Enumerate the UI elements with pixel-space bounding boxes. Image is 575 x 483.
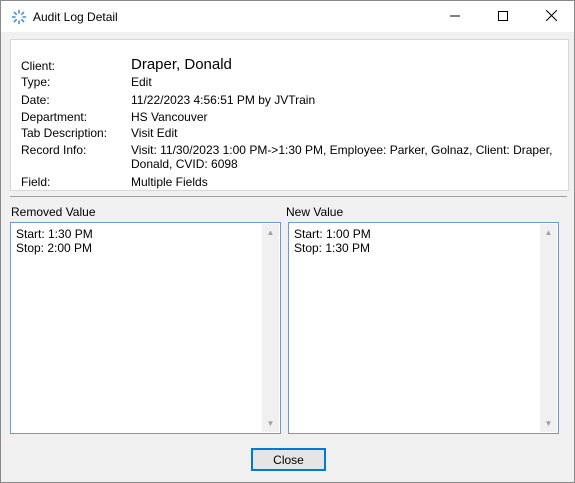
scroll-up-icon[interactable]: ▲ xyxy=(540,224,557,241)
close-button[interactable]: Close xyxy=(251,448,326,471)
new-value-label: New Value xyxy=(286,205,344,219)
record-info-label: Record Info: xyxy=(21,143,87,157)
client-label: Client: xyxy=(21,59,56,73)
scroll-down-icon[interactable]: ▼ xyxy=(262,415,279,432)
new-value-textbox[interactable]: Start: 1:00 PM Stop: 1:30 PM ▲ ▼ xyxy=(288,222,559,434)
tab-description-label: Tab Description: xyxy=(21,126,108,140)
removed-value-textbox[interactable]: Start: 1:30 PM Stop: 2:00 PM ▲ ▼ xyxy=(10,222,281,434)
record-info-line-2: Donald, CVID: 6098 xyxy=(131,157,238,171)
department-value: HS Vancouver xyxy=(131,110,208,124)
new-value-text: Start: 1:00 PM Stop: 1:30 PM xyxy=(294,227,371,255)
close-window-button[interactable] xyxy=(528,1,574,32)
maximize-icon xyxy=(498,10,508,24)
audit-log-detail-window: Audit Log Detail Client: Draper, Donald … xyxy=(0,0,575,483)
type-value: Edit xyxy=(131,75,152,89)
window-title: Audit Log Detail xyxy=(33,10,118,24)
divider xyxy=(10,196,567,197)
removed-value-scrollbar[interactable]: ▲ ▼ xyxy=(262,224,279,432)
scroll-down-icon[interactable]: ▼ xyxy=(540,415,557,432)
spinner-icon xyxy=(11,9,27,25)
scroll-up-icon[interactable]: ▲ xyxy=(262,224,279,241)
date-value: 11/22/2023 4:56:51 PM by JVTrain xyxy=(131,93,316,107)
type-label: Type: xyxy=(21,75,51,89)
field-value: Multiple Fields xyxy=(131,175,208,189)
removed-value-label: Removed Value xyxy=(11,205,96,219)
field-label: Field: xyxy=(21,175,51,189)
details-panel: Client: Draper, Donald Type: Edit Date: … xyxy=(10,39,569,191)
removed-value-text: Start: 1:30 PM Stop: 2:00 PM xyxy=(16,227,93,255)
maximize-button[interactable] xyxy=(480,1,526,32)
department-label: Department: xyxy=(21,110,88,124)
tab-description-value: Visit Edit xyxy=(131,126,178,140)
minimize-icon xyxy=(450,10,460,24)
close-icon xyxy=(545,9,557,24)
record-info-line-1: Visit: 11/30/2023 1:00 PM->1:30 PM, Empl… xyxy=(131,143,553,157)
date-label: Date: xyxy=(21,93,50,107)
new-value-scrollbar[interactable]: ▲ ▼ xyxy=(540,224,557,432)
minimize-button[interactable] xyxy=(432,1,478,32)
title-bar: Audit Log Detail xyxy=(1,1,574,32)
client-value: Draper, Donald xyxy=(131,56,232,73)
